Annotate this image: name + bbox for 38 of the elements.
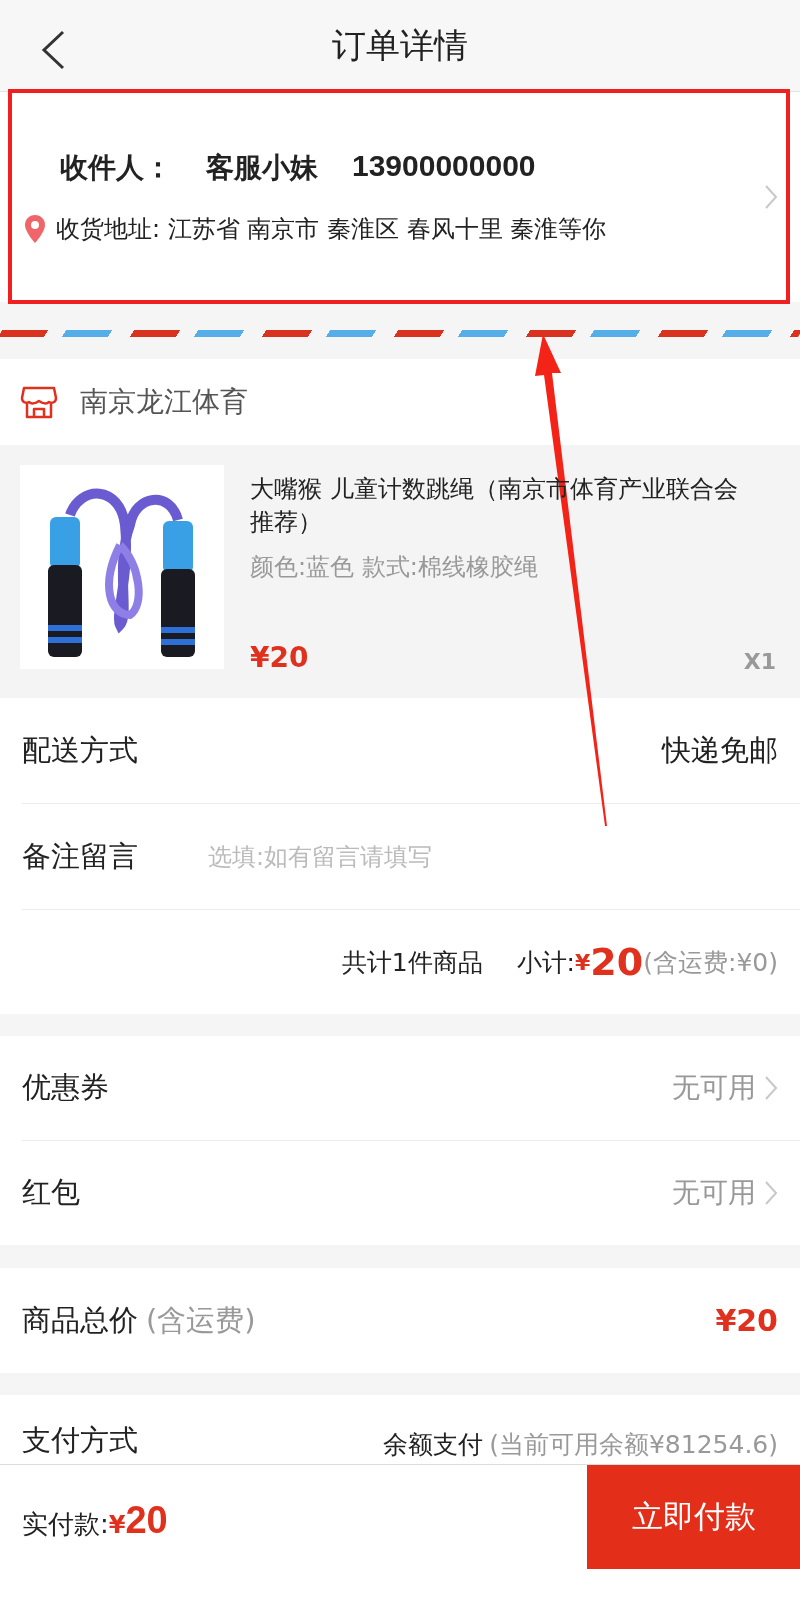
chevron-right-icon bbox=[764, 184, 778, 210]
product-quantity: X1 bbox=[743, 649, 776, 674]
product-price: ¥20 bbox=[250, 641, 309, 674]
address-text: 收货地址: 江苏省 南京市 秦淮区 春风十里 秦淮等你 bbox=[56, 214, 607, 245]
item-count: 共计1件商品 bbox=[341, 946, 483, 979]
page-title: 订单详情 bbox=[332, 23, 468, 67]
chevron-right-icon bbox=[764, 1180, 778, 1206]
row-label: 优惠券 bbox=[22, 1069, 109, 1106]
message-field[interactable]: 选填:如有留言请填写 bbox=[208, 836, 778, 877]
row-label: 支付方式 bbox=[22, 1422, 138, 1459]
row-value[interactable]: 无可用 bbox=[672, 1174, 756, 1212]
balance-note: (当前可用余额¥81254.6) bbox=[489, 1429, 778, 1461]
recipient-phone: 13900000000 bbox=[352, 149, 536, 184]
currency-sign: ¥ bbox=[108, 1511, 126, 1539]
shop-icon bbox=[20, 384, 58, 420]
row-label: 配送方式 bbox=[22, 731, 139, 769]
row-value[interactable]: 无可用 bbox=[672, 1069, 756, 1107]
back-icon[interactable] bbox=[40, 30, 66, 70]
subtotal-label: 小计: bbox=[516, 946, 576, 979]
row-note: (含运费) bbox=[146, 1301, 256, 1339]
row-label: 商品总价 bbox=[22, 1301, 138, 1339]
shipping-note: (含运费:¥0) bbox=[643, 946, 778, 979]
chevron-right-icon bbox=[764, 1075, 778, 1101]
payment-method: 余额支付 bbox=[383, 1429, 484, 1461]
pay-label: 实付款: bbox=[22, 1508, 109, 1541]
row-label: 备注留言 bbox=[22, 837, 139, 875]
location-pin-icon bbox=[24, 214, 46, 244]
subtotal-amount: 20 bbox=[590, 940, 644, 984]
recipient-name: 客服小妹 bbox=[206, 150, 318, 186]
shop-name[interactable]: 南京龙江体育 bbox=[80, 383, 248, 421]
pay-amount: 20 bbox=[125, 1499, 168, 1542]
pay-button[interactable]: 立即付款 bbox=[587, 1465, 800, 1569]
row-value: 快递免邮 bbox=[662, 731, 778, 769]
total-price: ¥20 bbox=[715, 1303, 778, 1338]
currency-sign: ¥ bbox=[575, 949, 591, 975]
product-spec: 颜色:蓝色 款式:棉线橡胶绳 bbox=[250, 552, 539, 583]
row-label: 红包 bbox=[22, 1174, 80, 1211]
recipient-label: 收件人： bbox=[60, 150, 172, 186]
